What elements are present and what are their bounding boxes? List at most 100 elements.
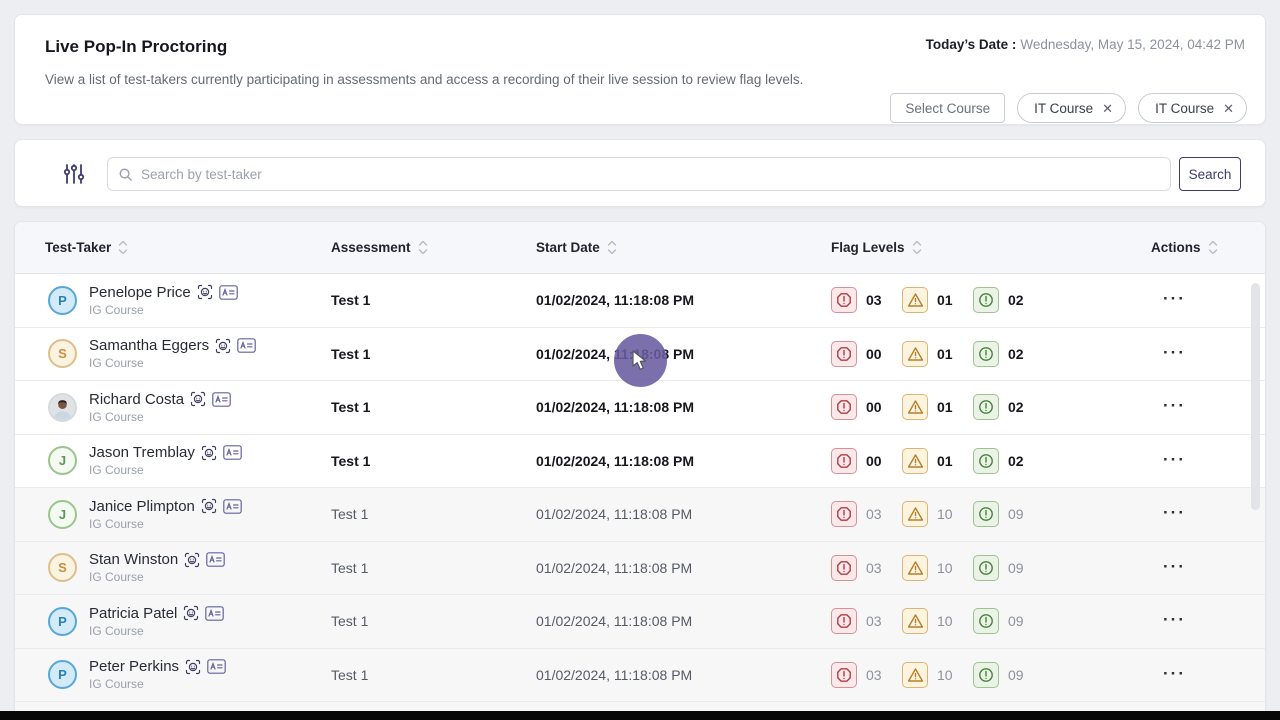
actions-menu-button[interactable]: ··· [1163,455,1186,465]
flag-pair: 03 [831,662,885,688]
critical-flag-badge [831,341,857,367]
flag-levels-cell: 030102 [831,287,1151,313]
actions-cell: ··· [1151,398,1265,416]
flag-count: 09 [1008,560,1024,576]
search-box[interactable] [107,157,1171,191]
success-flag-badge [973,341,999,367]
start-date-cell: 01/02/2024, 11:18:08 PM [536,506,831,522]
flag-count: 09 [1008,667,1024,683]
test-taker-text: Jason TremblayIG Course [89,444,242,477]
actions-menu-button[interactable]: ··· [1163,508,1186,518]
flag-pair: 02 [973,341,1027,367]
flag-pair: 09 [973,501,1027,527]
warning-flag-badge [902,501,928,527]
proctoring-table-card: Test-Taker Assessment Start Date Flag Le… [14,221,1266,720]
actions-menu-button[interactable]: ··· [1163,401,1186,411]
flag-count: 10 [937,667,953,683]
actions-menu-button[interactable]: ··· [1163,669,1186,679]
close-icon[interactable]: ✕ [1102,102,1113,115]
search-input[interactable] [141,167,1160,182]
sort-icon[interactable] [912,239,922,256]
actions-cell: ··· [1151,559,1265,577]
test-taker-course: IG Course [89,463,242,477]
column-header-test-taker[interactable]: Test-Taker [45,239,331,256]
search-button[interactable]: Search [1179,157,1241,191]
id-card-icon [223,445,242,460]
critical-flag-badge [831,287,857,313]
test-taker-name: Stan Winston [89,551,178,568]
actions-menu-button[interactable]: ··· [1163,348,1186,358]
page-description: View a list of test-takers currently par… [45,72,803,87]
avatar: P [48,660,77,689]
start-date-cell: 01/02/2024, 11:18:08 PM [536,560,831,576]
avatar: S [48,553,77,582]
id-card-icon [205,606,224,621]
actions-cell: ··· [1151,345,1265,363]
assessment-cell: Test 1 [331,346,536,362]
face-scan-icon [184,552,200,568]
actions-cell: ··· [1151,452,1265,470]
column-header-flag-levels[interactable]: Flag Levels [831,239,1151,256]
actions-menu-button[interactable]: ··· [1163,562,1186,572]
vertical-scrollbar-thumb[interactable] [1251,283,1260,510]
filter-sliders-icon[interactable] [61,162,87,186]
test-taker-text: Patricia PatelIG Course [89,605,224,638]
close-icon[interactable]: ✕ [1223,102,1234,115]
page-header-card: Live Pop-In Proctoring View a list of te… [14,14,1266,125]
flag-count: 10 [937,613,953,629]
start-date-cell: 01/02/2024, 11:18:08 PM [536,453,831,469]
id-card-icon [212,392,231,407]
test-taker-cell: PPeter PerkinsIG Course [45,658,331,691]
sort-icon[interactable] [607,239,617,256]
warning-flag-badge [902,341,928,367]
column-header-start-date[interactable]: Start Date [536,239,831,256]
course-chip[interactable]: IT Course ✕ [1138,93,1247,123]
avatar-photo [48,393,77,422]
select-course-button[interactable]: Select Course [890,93,1005,123]
critical-flag-badge [831,608,857,634]
actions-menu-button[interactable]: ··· [1163,615,1186,625]
assessment-cell: Test 1 [331,613,536,629]
avatar: P [48,607,77,636]
test-taker-text: Samantha Eggers IG Course [89,337,256,370]
face-scan-icon [201,498,217,514]
start-date-cell: 01/02/2024, 11:18:08 PM [536,346,831,362]
course-chip[interactable]: IT Course ✕ [1017,93,1126,123]
actions-cell: ··· [1151,666,1265,684]
test-taker-course: IG Course [89,570,225,584]
start-date-cell: 01/02/2024, 11:18:08 PM [536,667,831,683]
flag-levels-cell: 000102 [831,394,1151,420]
sort-icon[interactable] [418,239,428,256]
column-header-assessment[interactable]: Assessment [331,239,536,256]
flag-levels-cell: 03 10 09 [831,662,1151,688]
sort-icon[interactable] [118,239,128,256]
actions-menu-button[interactable]: ··· [1163,294,1186,304]
test-taker-course: IG Course [89,356,256,370]
flag-count: 00 [866,399,882,415]
face-scan-icon [215,338,231,354]
assessment-cell: Test 1 [331,292,536,308]
flag-pair: 00 [831,448,885,474]
test-taker-course: IG Course [89,624,224,638]
flag-count: 00 [866,346,882,362]
critical-flag-badge [831,501,857,527]
test-taker-name: Samantha Eggers [89,337,209,354]
flag-pair: 02 [973,448,1027,474]
warning-flag-badge [902,287,928,313]
test-taker-cell: Richard CostaIG Course [45,391,331,424]
flag-levels-cell: 000102 [831,341,1151,367]
course-filter-row: Select Course IT Course ✕ IT Course ✕ [890,93,1247,123]
success-flag-badge [973,287,999,313]
column-header-actions[interactable]: Actions [1151,239,1265,256]
assessment-cell: Test 1 [331,399,536,415]
flag-count: 00 [866,453,882,469]
test-taker-text: Richard CostaIG Course [89,391,231,424]
page-title: Live Pop-In Proctoring [45,37,227,57]
flag-pair: 01 [902,287,956,313]
table-body: PPenelope PriceIG CourseTest 101/02/2024… [15,274,1265,720]
face-scan-icon [197,284,213,300]
test-taker-text: Stan Winston IG Course [89,551,225,584]
sort-icon[interactable] [1208,239,1218,256]
flag-count: 02 [1008,346,1024,362]
flag-pair: 02 [973,394,1027,420]
